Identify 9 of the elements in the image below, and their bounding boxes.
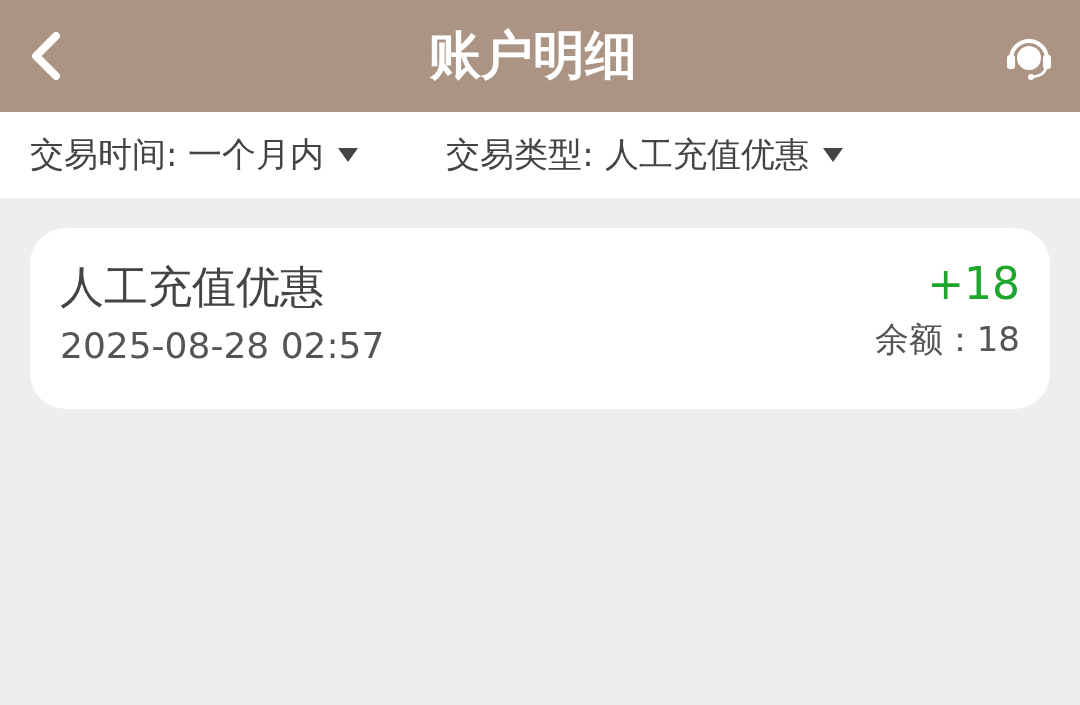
filter-dropdown[interactable]: 交易时间: 一个月内 (30, 132, 359, 178)
transaction-type: 人工充值优惠 (60, 260, 324, 314)
balance-text: 余额：18 (874, 318, 1020, 361)
caret-icon (338, 148, 359, 162)
filter-dropdown[interactable]: 交易类型: 人工充值优惠 (446, 132, 843, 178)
page-title: 账户明细 (429, 24, 637, 87)
transaction-time: 2025-08-28 02:57 (60, 325, 385, 366)
caret-icon (822, 148, 843, 162)
transaction-amount: +18 (927, 258, 1020, 309)
